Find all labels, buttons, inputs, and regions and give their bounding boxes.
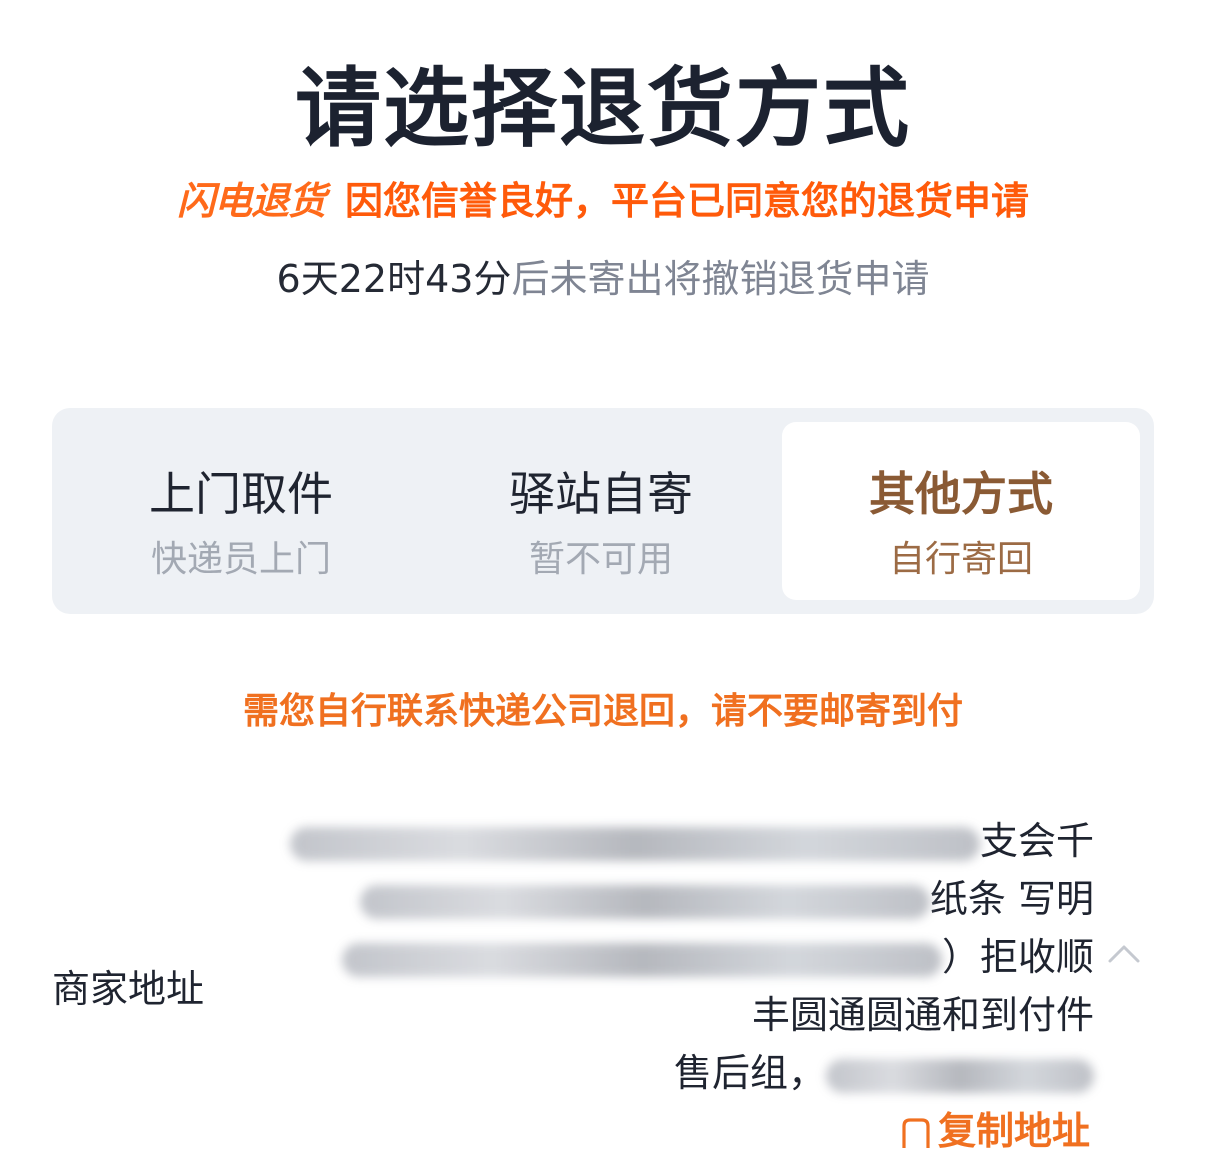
tab-desc: 暂不可用 (528, 539, 673, 580)
countdown-time: 6天22时43分 (276, 257, 512, 301)
address-line: 支会千 (290, 812, 1094, 870)
tab-desc: 快递员上门 (150, 539, 331, 580)
flash-return-badge: 闪电退货 (176, 179, 326, 223)
deadline-text: 后未寄出将撤销退货申请 (511, 257, 930, 301)
address-fragment: 售后组， (673, 1051, 826, 1095)
tab-other-method[interactable]: 其他方式 自行寄回 (782, 422, 1140, 600)
tab-door-pickup[interactable]: 上门取件 快递员上门 (62, 422, 420, 600)
tab-title: 其他方式 (869, 467, 1053, 521)
tab-station-send[interactable]: 驿站自寄 暂不可用 (422, 422, 780, 600)
tab-title: 驿站自寄 (509, 467, 693, 521)
tab-title: 上门取件 (149, 467, 333, 521)
address-line: 丰圆通圆通和到付件 (290, 986, 1094, 1044)
redacted-text (290, 826, 980, 861)
merchant-address-label: 商家地址 (52, 967, 205, 1011)
address-line: ）拒收顺 (290, 928, 1094, 986)
merchant-address: 支会千 纸条 写明 ）拒收顺 丰圆通圆通和到付件 售后组， (290, 812, 1094, 1102)
page-title: 请选择退货方式 (295, 59, 911, 159)
address-fragment: 丰圆通圆通和到付件 (751, 993, 1094, 1037)
tab-desc: 自行寄回 (888, 539, 1033, 580)
return-method-tabs: 上门取件 快递员上门 驿站自寄 暂不可用 其他方式 自行寄回 (52, 408, 1154, 614)
flash-return-banner: 闪电退货 因您信誉良好，平台已同意您的退货申请 (0, 170, 1206, 225)
address-fragment: ）拒收顺 (941, 935, 1094, 979)
deadline-notice: 6天22时43分后未寄出将撤销退货申请 (0, 248, 1206, 303)
approval-message: 因您信誉良好，平台已同意您的退货申请 (345, 179, 1030, 223)
address-line: 纸条 写明 (290, 870, 1094, 928)
copy-address-label: 复制地址 (938, 1109, 1091, 1153)
redacted-text (341, 942, 942, 977)
shipping-notice: 需您自行联系快递公司退回，请不要邮寄到付 (242, 691, 963, 732)
address-fragment: 纸条 写明 (929, 877, 1094, 921)
chevron-up-icon[interactable] (1106, 935, 1142, 971)
redacted-phone (826, 1058, 1094, 1093)
redacted-text (359, 884, 930, 919)
copy-icon (902, 1118, 930, 1148)
copy-address-button[interactable]: 复制地址 (898, 1100, 1090, 1155)
address-line: 售后组， (290, 1044, 1094, 1102)
address-fragment: 支会千 (980, 819, 1095, 863)
